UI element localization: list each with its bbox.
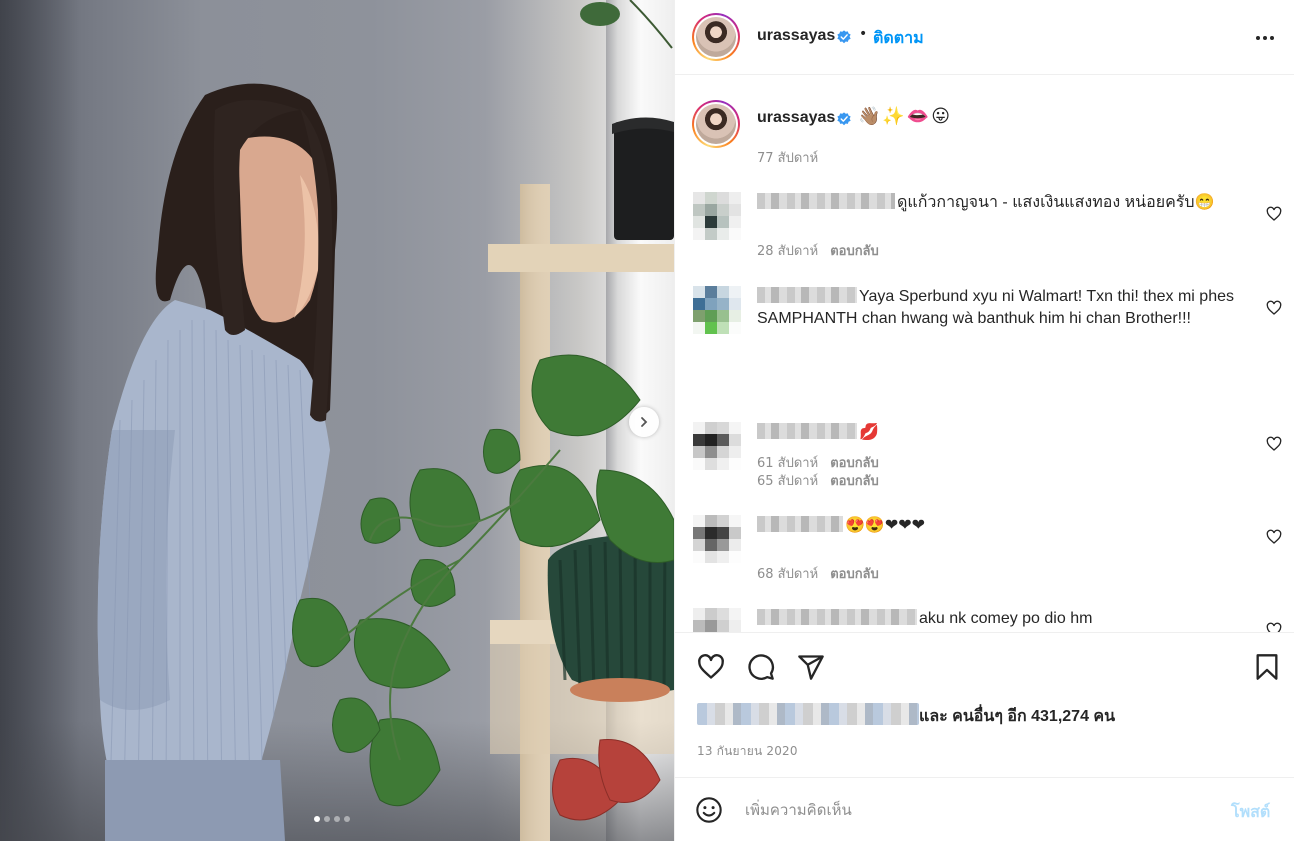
avatar[interactable] [692, 13, 740, 61]
avatar[interactable] [692, 100, 740, 148]
post-image[interactable] [0, 0, 674, 841]
comment-time[interactable]: 61 สัปดาห์ [757, 456, 818, 471]
heart-icon[interactable] [1266, 622, 1282, 632]
comments-list[interactable]: urassayas 👋🏽✨👄😛 77 สัปดาห์ ดูแก้วกาญจนา … [675, 76, 1294, 632]
reply-button[interactable]: ตอบกลับ [830, 456, 879, 471]
commenter-avatar[interactable] [693, 515, 741, 563]
post-header: urassayas • ติดตาม [675, 0, 1294, 75]
reply-button[interactable]: ตอบกลับ [830, 567, 879, 582]
comment-icon[interactable] [747, 653, 775, 681]
comment-time[interactable]: 68 สัปดาห์ [757, 567, 818, 582]
comment-text: 💋 [859, 424, 879, 441]
likes-text: และ คนอื่นๆ อีก 431,274 คน [919, 708, 1116, 725]
caption-username[interactable]: urassayas [757, 109, 835, 127]
commenter-avatar[interactable] [693, 286, 741, 334]
commenter-name-blurred[interactable] [757, 287, 857, 303]
reply-button[interactable]: ตอบกลับ [830, 474, 879, 489]
caption-text: 👋🏽✨👄😛 [858, 106, 953, 127]
comment-text: 😍😍❤❤❤ [845, 517, 926, 534]
post-comment-button[interactable]: โพสต์ [1231, 800, 1270, 825]
heart-icon[interactable] [1266, 436, 1282, 452]
caption-time[interactable]: 77 สัปดาห์ [757, 147, 818, 168]
follow-button[interactable]: ติดตาม [873, 26, 924, 51]
heart-icon[interactable] [1266, 206, 1282, 222]
reply-button[interactable]: ตอบกลับ [830, 244, 879, 259]
comment-text: aku nk comey po dio hm [919, 610, 1093, 627]
separator-dot: • [859, 26, 868, 42]
heart-icon[interactable] [1266, 529, 1282, 545]
commenter-name-blurred[interactable] [757, 193, 895, 209]
post-details-panel: urassayas • ติดตาม urassayas 👋🏽✨👄😛 77 สั… [674, 0, 1294, 841]
comment-input[interactable] [745, 798, 1185, 822]
post-actions: และ คนอื่นๆ อีก 431,274 คน 13 กันยายน 20… [675, 632, 1294, 792]
verified-badge-icon [837, 30, 851, 44]
likes-count[interactable]: และ คนอื่นๆ อีก 431,274 คน [697, 703, 1115, 729]
comment-text: ดูแก้วกาญจนา - แสงเงินแสงทอง หน่อยครับ😁 [897, 194, 1215, 211]
carousel-dot [324, 816, 330, 822]
carousel-dots [314, 816, 350, 822]
heart-icon[interactable] [1266, 300, 1282, 316]
bookmark-icon[interactable] [1253, 653, 1281, 681]
commenter-name-blurred[interactable] [757, 516, 843, 532]
commenter-avatar[interactable] [693, 608, 741, 632]
paper-plane-icon[interactable] [797, 653, 825, 681]
carousel-dot [334, 816, 340, 822]
commenter-name-blurred[interactable] [757, 609, 917, 625]
smiley-icon[interactable] [695, 796, 723, 824]
chevron-right-icon [641, 417, 648, 427]
heart-icon[interactable] [697, 653, 725, 681]
carousel-dot [314, 816, 320, 822]
verified-badge-icon [837, 112, 851, 126]
comment-time[interactable]: 28 สัปดาห์ [757, 244, 818, 259]
more-options-icon[interactable] [1253, 28, 1277, 48]
comment-time[interactable]: 65 สัปดาห์ [757, 474, 818, 489]
username[interactable]: urassayas [757, 27, 835, 45]
comment-composer: โพสต์ [675, 777, 1294, 841]
commenter-avatar[interactable] [693, 422, 741, 470]
liked-by-blurred[interactable] [697, 703, 919, 725]
photo-illustration [97, 0, 674, 841]
post-date[interactable]: 13 กันยายน 2020 [697, 742, 798, 761]
commenter-name-blurred[interactable] [757, 423, 857, 439]
carousel-dot [344, 816, 350, 822]
next-image-button[interactable] [629, 407, 659, 437]
commenter-avatar[interactable] [693, 192, 741, 240]
